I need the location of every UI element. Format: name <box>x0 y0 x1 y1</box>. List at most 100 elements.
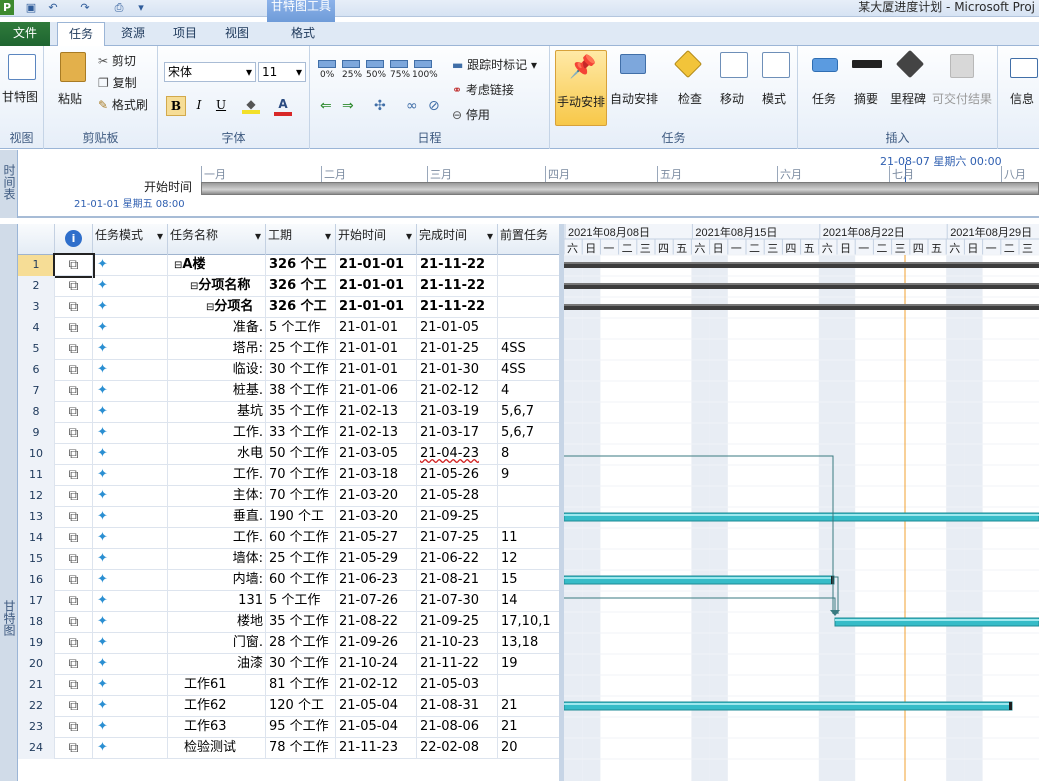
underline-button[interactable]: U <box>212 96 230 116</box>
tab-project[interactable]: 项目 <box>164 22 206 46</box>
gantt-chart-pane[interactable]: 2021年08月08日 2021年08月15日 2021年08月22日 2021年08… <box>564 224 1039 781</box>
duration-cell[interactable]: 50 个工作 <box>266 444 336 465</box>
task-mode-cell[interactable]: ✦ <box>93 444 168 465</box>
pct-75-icon[interactable] <box>390 60 408 68</box>
start-cell[interactable]: 21-05-27 <box>336 528 417 549</box>
col-pred-header[interactable]: 前置任务 <box>498 224 559 255</box>
col-name-header[interactable]: 任务名称 ▾ <box>168 224 266 255</box>
info-button[interactable]: 信息 <box>1010 90 1034 107</box>
row-number[interactable]: 1 <box>18 255 55 276</box>
task-mode-cell[interactable]: ✦ <box>93 507 168 528</box>
format-painter-button[interactable]: ✎ 格式刷 <box>98 96 148 113</box>
task-name-cell[interactable]: 临设: <box>168 360 266 381</box>
predecessors-cell[interactable]: 4SS <box>498 339 559 360</box>
indicator-cell[interactable]: ⧉ <box>55 570 93 591</box>
task-name-cell[interactable]: 工作. <box>168 528 266 549</box>
indent-icon[interactable]: ⇒ <box>342 98 354 114</box>
predecessors-cell[interactable] <box>498 507 559 528</box>
predecessors-cell[interactable]: 21 <box>498 717 559 738</box>
task-mode-cell[interactable]: ✦ <box>93 738 168 759</box>
col-finish-header[interactable]: 完成时间 ▾ <box>417 224 498 255</box>
task-mode-cell[interactable]: ✦ <box>93 633 168 654</box>
duration-cell[interactable]: 120 个工 <box>266 696 336 717</box>
italic-button[interactable]: I <box>190 96 208 116</box>
task-name-cell[interactable]: 工作61 <box>168 675 266 696</box>
table-row[interactable]: 12 ⧉ ✦ 主体: 70 个工作 21-03-20 21-05-28 <box>18 486 559 507</box>
tab-format[interactable]: 格式 <box>275 22 331 46</box>
task-mode-cell[interactable]: ✦ <box>93 381 168 402</box>
row-number[interactable]: 24 <box>18 738 55 759</box>
row-number[interactable]: 18 <box>18 612 55 633</box>
task-name-cell[interactable]: 准备. <box>168 318 266 339</box>
task-name-cell[interactable]: 水电 <box>168 444 266 465</box>
pct-0-icon[interactable] <box>318 60 336 68</box>
indicator-cell[interactable]: ⧉ <box>55 402 93 423</box>
pct-100-icon[interactable] <box>414 60 432 68</box>
duration-cell[interactable]: 326 个工 <box>266 276 336 297</box>
task-name-cell[interactable]: ⊟A楼 <box>168 255 266 276</box>
task-mode-cell[interactable]: ✦ <box>93 549 168 570</box>
row-number[interactable]: 4 <box>18 318 55 339</box>
task-mode-cell[interactable]: ✦ <box>93 570 168 591</box>
start-cell[interactable]: 21-11-23 <box>336 738 417 759</box>
start-cell[interactable]: 21-01-01 <box>336 276 417 297</box>
row-number[interactable]: 5 <box>18 339 55 360</box>
duration-cell[interactable]: 326 个工 <box>266 255 336 276</box>
start-cell[interactable]: 21-07-26 <box>336 591 417 612</box>
timeline-bar[interactable] <box>201 182 1039 195</box>
qat-dropdown-icon[interactable]: ▾ <box>134 1 148 14</box>
row-number[interactable]: 19 <box>18 633 55 654</box>
table-row[interactable]: 11 ⧉ ✦ 工作. 70 个工作 21-03-18 21-05-26 9 <box>18 465 559 486</box>
table-row[interactable]: 21 ⧉ ✦ 工作61 81 个工作 21-02-12 21-05-03 <box>18 675 559 696</box>
duration-cell[interactable]: 81 个工作 <box>266 675 336 696</box>
task-name-cell[interactable]: 工作. <box>168 465 266 486</box>
task-name-cell[interactable]: 内墙: <box>168 570 266 591</box>
tab-task[interactable]: 任务 <box>57 22 105 47</box>
start-cell[interactable]: 21-03-05 <box>336 444 417 465</box>
tab-file[interactable]: 文件 <box>0 22 50 46</box>
duration-cell[interactable]: 38 个工作 <box>266 381 336 402</box>
select-all-corner[interactable] <box>18 224 55 255</box>
indicator-cell[interactable]: ⧉ <box>55 339 93 360</box>
task-mode-cell[interactable]: ✦ <box>93 402 168 423</box>
predecessors-cell[interactable]: 19 <box>498 654 559 675</box>
finish-cell[interactable]: 21-01-25 <box>417 339 498 360</box>
insert-summary-button[interactable]: 摘要 <box>854 90 878 107</box>
start-cell[interactable]: 21-01-01 <box>336 360 417 381</box>
unlink-tasks-icon[interactable]: ⊘ <box>428 98 440 114</box>
predecessors-cell[interactable] <box>498 318 559 339</box>
font-name-dropdown[interactable]: 宋体 ▾ <box>164 62 256 82</box>
task-mode-cell[interactable]: ✦ <box>93 297 168 318</box>
start-cell[interactable]: 21-03-20 <box>336 507 417 528</box>
task-mode-cell[interactable]: ✦ <box>93 465 168 486</box>
table-row[interactable]: 16 ⧉ ✦ 内墙: 60 个工作 21-06-23 21-08-21 15 <box>18 570 559 591</box>
save-icon[interactable]: ▣ <box>24 1 38 14</box>
table-row[interactable]: 18 ⧉ ✦ 楼地 35 个工作 21-08-22 21-09-25 17,10,1 <box>18 612 559 633</box>
row-number[interactable]: 20 <box>18 654 55 675</box>
row-number[interactable]: 21 <box>18 675 55 696</box>
undo-icon[interactable]: ↶ <box>46 1 60 14</box>
pct-50-icon[interactable] <box>366 60 384 68</box>
insert-milestone-button[interactable]: 里程碑 <box>890 90 926 107</box>
indicator-cell[interactable]: ⧉ <box>55 654 93 675</box>
indicator-cell[interactable]: ⧉ <box>53 253 95 278</box>
duration-cell[interactable]: 5 个工作 <box>266 318 336 339</box>
predecessors-cell[interactable] <box>498 675 559 696</box>
indicator-cell[interactable]: ⧉ <box>55 528 93 549</box>
row-number[interactable]: 10 <box>18 444 55 465</box>
finish-cell[interactable]: 21-11-22 <box>417 255 498 276</box>
task-mode-cell[interactable]: ✦ <box>93 318 168 339</box>
table-row[interactable]: 1 ⧉ ✦ ⊟A楼 326 个工 21-01-01 21-11-22 <box>18 253 559 278</box>
duration-cell[interactable]: 25 个工作 <box>266 549 336 570</box>
table-row[interactable]: 4 ⧉ ✦ 准备. 5 个工作 21-01-01 21-01-05 <box>18 318 559 339</box>
predecessors-cell[interactable]: 9 <box>498 465 559 486</box>
mark-on-track-button[interactable]: ▬ 跟踪时标记 ▾ <box>452 56 537 73</box>
predecessors-cell[interactable]: 15 <box>498 570 559 591</box>
insert-deliverable-button[interactable]: 可交付结果 <box>932 90 992 107</box>
row-number[interactable]: 16 <box>18 570 55 591</box>
task-name-cell[interactable]: 工作63 <box>168 717 266 738</box>
predecessors-cell[interactable] <box>498 297 559 318</box>
indicator-cell[interactable]: ⧉ <box>55 591 93 612</box>
table-row[interactable]: 9 ⧉ ✦ 工作. 33 个工作 21-02-13 21-03-17 5,6,7 <box>18 423 559 444</box>
duration-cell[interactable]: 35 个工作 <box>266 612 336 633</box>
